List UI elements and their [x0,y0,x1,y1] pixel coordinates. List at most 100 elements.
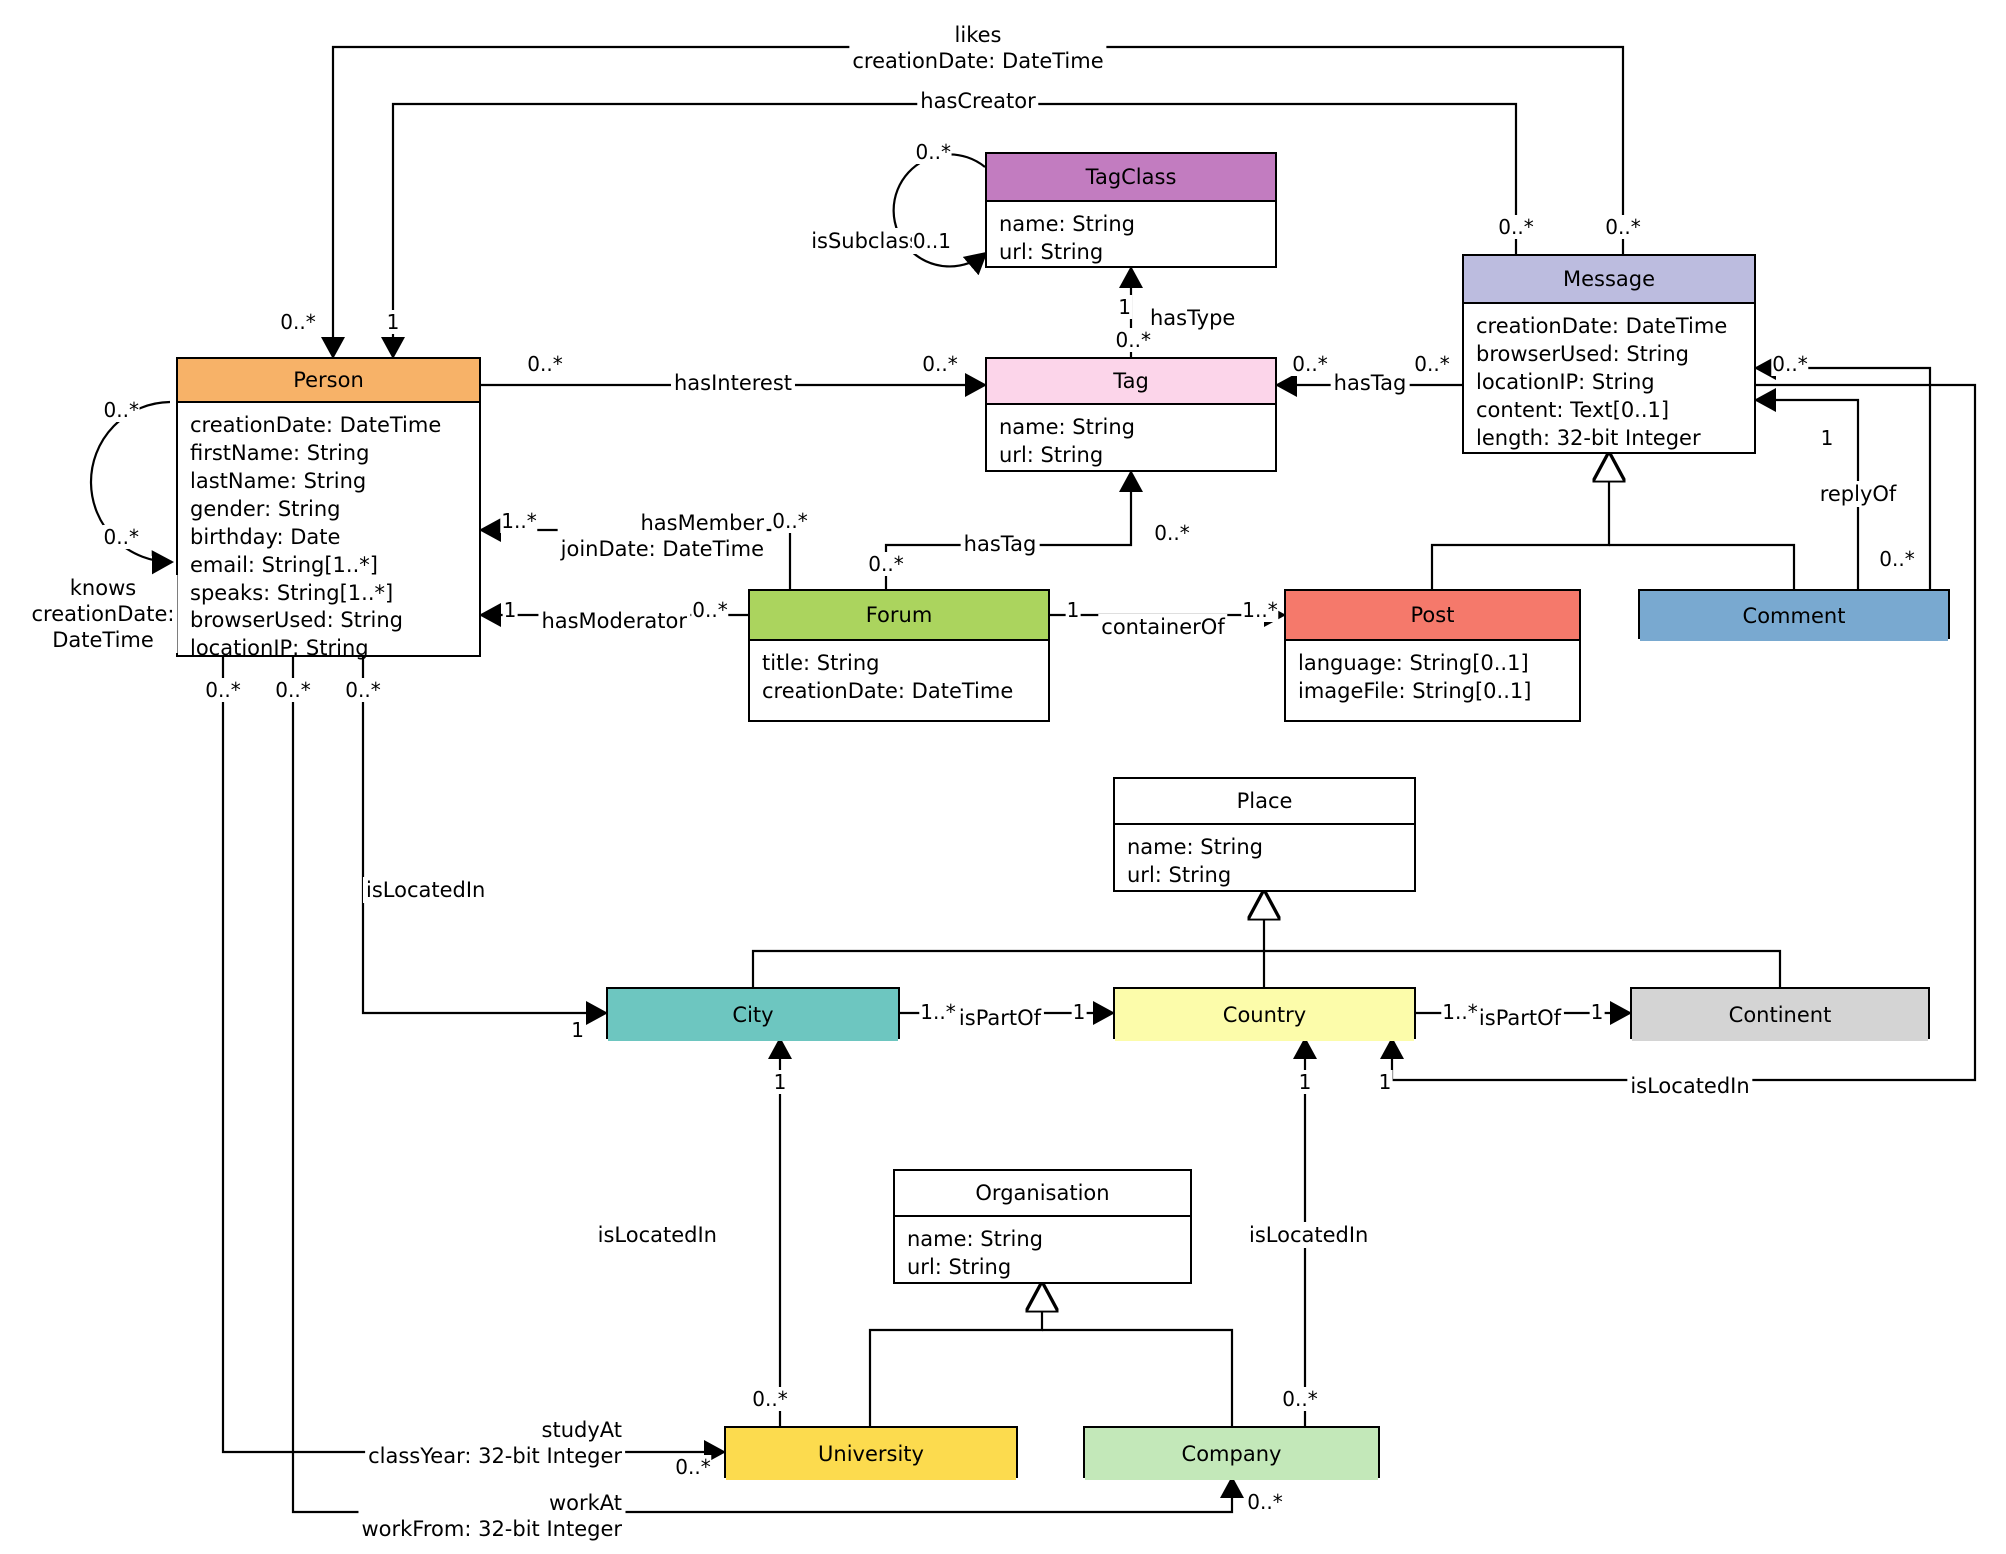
relationship-label-islocatedin-person-city: isLocatedIn [363,877,489,904]
entity-person[interactable]: Person creationDate: DateTime firstName: S… [176,357,481,660]
multiplicity-m-tagclass-sub-bottom: 0..1 [911,229,952,253]
multiplicity-m-tagclass-sub-top: 0..* [914,140,952,164]
multiplicity-m-person-studyat: 0..* [204,678,242,702]
entity-continent[interactable]: Continent [1630,987,1930,1041]
attribute: name: String [1127,835,1263,859]
multiplicity-m-person-hasinterest: 0..* [526,352,564,376]
entity-name-country: Country [1115,989,1414,1041]
multiplicity-m-city-ispartof: 1..* [919,1000,957,1024]
relationship-label-ispartof-city-country: isPartOf [955,1005,1045,1032]
entity-name-tagclass: TagClass [987,154,1275,202]
multiplicity-m-message-hascreator: 0..* [1497,215,1535,239]
entity-organisation[interactable]: Organisation name: String url: String [893,1169,1192,1284]
attribute: content: Text[0..1] [1476,397,1670,422]
multiplicity-m-hastype-n: 0..* [1114,328,1152,352]
attribute: imageFile: String[0..1] [1298,678,1532,703]
multiplicity-m-person-hasmember: 0..* [771,509,809,533]
relationship-label-islocatedin-university-city: isLocatedIn [594,1222,720,1249]
entity-attributes-organisation: name: String url: String [895,1217,1190,1292]
relationship-label-studyat: studyAt classYear: 32-bit Integer [365,1417,625,1470]
attribute: browserUsed: String [1476,341,1690,366]
relationship-label-hastype: hasType [1147,305,1239,332]
entity-name-place: Place [1115,779,1414,825]
relationship-label-containerof: containerOf [1098,614,1228,641]
multiplicity-m-country-islocatedin: 1 [1377,1070,1393,1094]
multiplicity-m-university-islocatedin: 0..* [751,1387,789,1411]
entity-city[interactable]: City [606,987,900,1041]
entity-name-message: Message [1464,256,1754,304]
entity-comment[interactable]: Comment [1638,589,1950,641]
attribute: locationIP: String [1476,369,1655,394]
entity-name-person: Person [178,359,479,403]
entity-attributes-post: language: String[0..1] imageFile: String[… [1286,641,1579,716]
entity-place[interactable]: Place name: String url: String [1113,777,1416,892]
relationship-label-likes: likes creationDate: DateTime [849,22,1107,75]
entity-attributes-message: creationDate: DateTime browserUsed: Strin… [1464,304,1754,463]
entity-attributes-tag: name: String url: String [987,405,1275,480]
multiplicity-m-forum-hasmoderator: 0..* [691,598,729,622]
multiplicity-m-person-workat: 0..* [274,678,312,702]
entity-message[interactable]: Message creationDate: DateTime browserUsed… [1462,254,1756,454]
entity-attributes-forum: title: String creationDate: DateTime [750,641,1048,716]
multiplicity-m-hastype-1: 1 [1117,295,1132,319]
entity-name-tag: Tag [987,359,1275,405]
entity-company[interactable]: Company [1083,1426,1380,1480]
entity-attributes-place: name: String url: String [1115,825,1414,900]
relationship-label-islocatedin-company-country: isLocatedIn [1246,1222,1372,1249]
attribute: url: String [907,1254,1012,1279]
entity-tag[interactable]: Tag name: String url: String [985,357,1277,472]
attribute: lastName: String [190,468,367,493]
multiplicity-m-forum-hasmember: 1..* [500,509,538,533]
attribute: creationDate: DateTime [190,413,442,437]
multiplicity-m-person-likes: 0..* [279,310,317,334]
attribute: browserUsed: String [190,608,404,633]
attribute: language: String[0..1] [1298,651,1529,675]
multiplicity-m-message-hastag: 0..* [1413,352,1451,376]
attribute: name: String [907,1227,1043,1251]
attribute: gender: String [190,496,341,521]
relationship-label-hastag-forum: hasTag [960,531,1040,558]
entity-name-comment: Comment [1640,591,1948,641]
multiplicity-m-knows-top: 0..* [102,398,140,422]
multiplicity-m-city-university: 1 [772,1070,788,1094]
relationship-label-knows: knows creationDate: DateTime [28,575,178,654]
multiplicity-m-country-ispartof: 1 [1071,1000,1087,1024]
multiplicity-m-country-ispartof2: 1..* [1441,1000,1479,1024]
multiplicity-m-person-hasmoderator: 1 [502,598,518,622]
multiplicity-m-message-replyof: 0..* [1771,352,1809,376]
relationship-label-replyof: replyOf [1816,481,1900,508]
relationship-label-hasmoderator: hasModerator [538,608,690,635]
relationship-label-ispartof-country-continent: isPartOf [1475,1005,1565,1032]
attribute: url: String [999,239,1104,264]
multiplicity-m-continent-ispartof: 1 [1589,1000,1605,1024]
multiplicity-m-university-studyat: 0..* [674,1455,712,1479]
entity-attributes-tagclass: name: String url: String [987,202,1275,277]
relationship-label-hastag-message: hasTag [1330,370,1410,397]
attribute: birthday: Date [190,524,341,549]
attribute: locationIP: String [190,636,369,661]
relationship-label-islocatedin-message-country: isLocatedIn [1627,1073,1753,1100]
entity-university[interactable]: University [724,1426,1018,1480]
entity-tagclass[interactable]: TagClass name: String url: String [985,152,1277,268]
attribute: creationDate: DateTime [762,678,1014,703]
multiplicity-m-post-containerof: 1..* [1241,598,1279,622]
multiplicity-m-forum-containerof: 1 [1065,598,1081,622]
multiplicity-m-company-workat: 0..* [1246,1490,1284,1514]
entity-country[interactable]: Country [1113,987,1416,1041]
attribute: speaks: String[1..*] [190,580,394,605]
entity-forum[interactable]: Forum title: String creationDate: DateTime [748,589,1050,722]
entity-name-forum: Forum [750,591,1048,641]
attribute: name: String [999,212,1135,236]
attribute: url: String [999,442,1104,467]
relationship-label-hasinterest: hasInterest [670,370,796,397]
entity-post[interactable]: Post language: String[0..1] imageFile: Str… [1284,589,1581,722]
attribute: title: String [762,651,880,675]
attribute: firstName: String [190,440,370,465]
entity-attributes-person: creationDate: DateTime firstName: String l… [178,403,479,673]
multiplicity-m-tag-hastag-msg: 0..* [1291,352,1329,376]
attribute: url: String [1127,862,1232,887]
multiplicity-m-tag-hastag-forum: 0..* [1153,521,1191,545]
relationship-label-hasmember: hasMember joinDate: DateTime [557,510,767,563]
entity-name-company: Company [1085,1428,1378,1480]
entity-name-university: University [726,1428,1016,1480]
